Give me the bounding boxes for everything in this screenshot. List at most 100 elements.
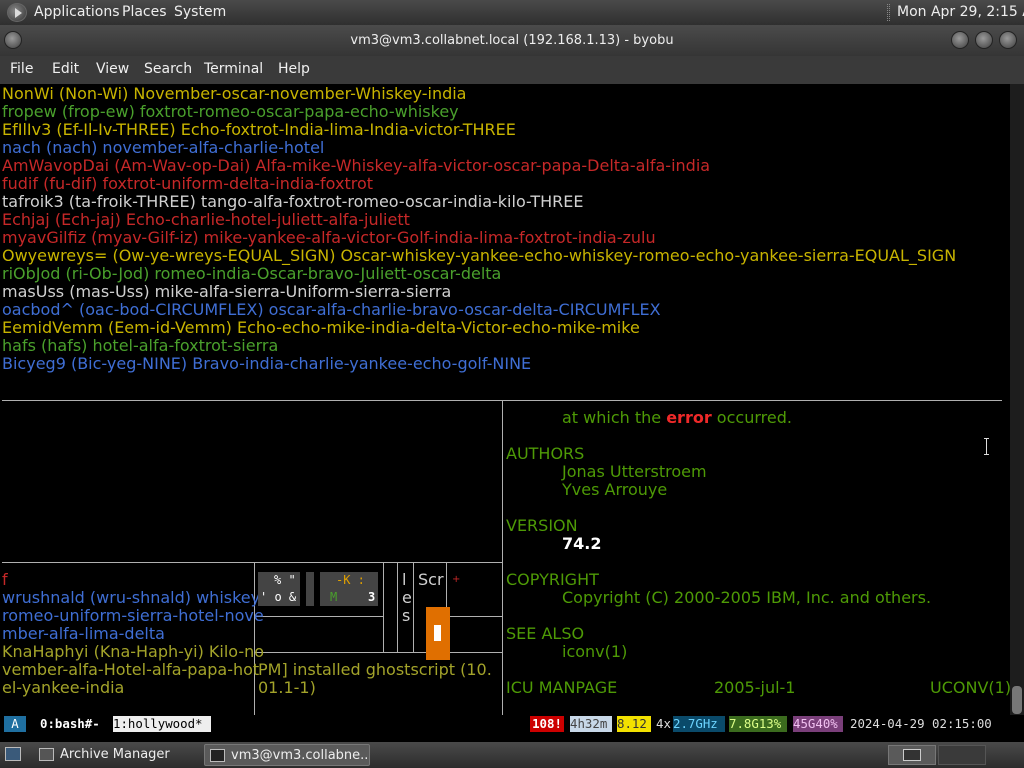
terminal-line: tafroik3 (ta-froik-THREE) tango-alfa-fox… (2, 192, 584, 211)
terminal-line: riObJod (ri-Ob-Jod) romeo-india-Oscar-br… (2, 264, 502, 283)
terminal-line: Echjaj (Ech-jaj) Echo-charlie-hotel-juli… (2, 210, 410, 229)
window-tab-bash[interactable]: 0:bash#- (40, 716, 100, 732)
terminal-line: NonWi (Non-Wi) November-oscar-november-W… (2, 84, 467, 103)
close-icon[interactable] (999, 31, 1017, 49)
pane-divider-mini7 (255, 652, 502, 653)
mini-vertical-s: s (402, 606, 411, 625)
menu-search[interactable]: Search (144, 61, 192, 77)
status-datetime: 2024-04-29 02:15:00 (850, 716, 992, 731)
mini-vertical-e: e (402, 588, 412, 607)
menu-help[interactable]: Help (278, 61, 310, 77)
mini-block-a-bottom: ' o & (260, 590, 297, 604)
menu-terminal[interactable]: Terminal (204, 61, 263, 77)
orange-progress-bar (426, 607, 450, 660)
byobu-status-bar: A 0:bash#- 1:hollywood* 108! 4h32m 8.12 … (0, 715, 1010, 733)
terminal-line: EfIlIv3 (Ef-Il-Iv-THREE) Echo-foxtrot-In… (2, 120, 516, 139)
hollywood-marker: f (2, 570, 8, 589)
terminal-line: fropew (frop-ew) foxtrot-romeo-oscar-pap… (2, 102, 459, 121)
window-titlebar[interactable]: vm3@vm3.collabnet.local (192.168.1.13) -… (0, 25, 1024, 56)
man-version-heading: VERSION (506, 516, 578, 535)
minimize-icon[interactable] (951, 31, 969, 49)
hollywood-line: mber-alfa-lima-delta (2, 624, 165, 643)
bottom-taskbar: Archive Manager vm3@vm3.collabne... (0, 742, 1024, 768)
man-line-error: at which the error occurred. (562, 408, 792, 427)
mini-block-a-top: % " (274, 573, 296, 587)
taskbar-terminal[interactable]: vm3@vm3.collabne... (204, 744, 370, 766)
pane-divider-mini8 (447, 616, 502, 617)
mini-scr: Scr (418, 570, 444, 589)
pane-divider-left (2, 562, 502, 563)
man-author: Jonas Utterstroem (562, 462, 707, 481)
terminal-icon (210, 749, 225, 762)
terminal-line: fudif (fu-dif) foxtrot-uniform-delta-ind… (2, 174, 374, 193)
panel-clock[interactable]: Mon Apr 29, 2:15 AM (897, 4, 1024, 20)
show-desktop-icon[interactable] (5, 747, 21, 761)
man-version: 74.2 (562, 534, 602, 553)
hollywood-line: el-yankee-india (2, 678, 125, 697)
hollywood-line: vember-alfa-Hotel-alfa-papa-hot (2, 660, 260, 679)
memory-badge: 7.8G13% (729, 716, 787, 732)
man-copyright: Copyright (C) 2000-2005 IBM, Inc. and ot… (562, 588, 932, 607)
system-menu[interactable]: System (174, 4, 226, 20)
mini-block-b-m: M (330, 590, 338, 604)
cpu-count: 4x (656, 716, 671, 731)
mini-plus: + (452, 574, 461, 585)
apt-log-line: 01.1-1) (258, 678, 316, 697)
terminal-line: myavGilfiz (myav-Gilf-iz) mike-yankee-al… (2, 228, 656, 247)
man-author: Yves Arrouye (562, 480, 668, 499)
places-menu[interactable]: Places (122, 4, 167, 20)
terminal-scrollbar[interactable] (1010, 84, 1024, 715)
menu-view[interactable]: View (96, 61, 129, 77)
mini-block-b-top: -K : (336, 573, 365, 587)
pane-divider-mini3 (397, 563, 398, 652)
pane-divider-mini6 (255, 616, 383, 617)
mini-block-a: % " ' o & (258, 572, 300, 606)
disk-badge: 45G40% (793, 716, 843, 732)
maximize-icon[interactable] (975, 31, 993, 49)
taskbar-terminal-label: vm3@vm3.collabne... (231, 748, 370, 763)
man-see-also: iconv(1) (562, 642, 628, 661)
man-footer-left: ICU MANPAGE (506, 678, 618, 697)
mini-block-bar (306, 572, 314, 606)
workspace-switcher-1[interactable] (888, 745, 936, 765)
terminal-line: EemidVemm (Eem-id-Vemm) Echo-echo-mike-i… (2, 318, 640, 337)
terminal-menubar: File Edit View Search Terminal Help (0, 56, 1024, 84)
hollywood-line: romeo-uniform-sierra-hotel-nove (2, 606, 264, 625)
updates-badge: 108! (530, 716, 564, 732)
window-title: vm3@vm3.collabnet.local (192.168.1.13) -… (350, 33, 674, 48)
mini-vertical-l: l (402, 570, 407, 589)
mini-block-b: -K : M 3 (320, 572, 378, 606)
terminal-line: Bicyeg9 (Bic-yeg-NINE) Bravo-india-charl… (2, 354, 532, 373)
text-cursor-icon (984, 438, 989, 455)
top-panel: Applications Places System Mon Apr 29, 2… (0, 0, 1024, 25)
pane-divider-mini4 (413, 563, 414, 652)
terminal-scrollbar-thumb[interactable] (1012, 686, 1022, 714)
menu-file[interactable]: File (10, 61, 33, 77)
man-footer-date: 2005-jul-1 (714, 678, 796, 697)
man-copyright-heading: COPYRIGHT (506, 570, 599, 589)
mini-block-b-num: 3 (368, 590, 376, 604)
byobu-logo: A (4, 716, 26, 732)
workspace-switcher-2[interactable] (938, 745, 986, 765)
applications-menu[interactable]: Applications (34, 4, 120, 20)
terminal-line: nach (nach) november-alfa-charlie-hotel (2, 138, 325, 157)
cpu-freq-badge: 2.7GHz (673, 716, 725, 732)
taskbar-archive-manager[interactable]: Archive Manager (34, 744, 198, 766)
man-see-also-heading: SEE ALSO (506, 624, 585, 643)
gnome-foot-icon[interactable] (7, 3, 27, 22)
uptime-badge: 4h32m (570, 716, 612, 732)
archive-manager-icon (39, 748, 54, 761)
pane-divider-vertical (502, 401, 503, 715)
man-authors-heading: AUTHORS (506, 444, 585, 463)
man-footer-right: UCONV(1) (930, 678, 1012, 697)
menu-edit[interactable]: Edit (52, 61, 79, 77)
pane-divider-mini1 (254, 563, 255, 715)
hollywood-line: wrushnald (wru-shnald) whiskey- (2, 588, 266, 607)
terminal-line: oacbod^ (oac-bod-CIRCUMFLEX) oscar-alfa-… (2, 300, 661, 319)
window-tab-hollywood[interactable]: 1:hollywood* (113, 716, 211, 732)
hollywood-line: KnaHaphyi (Kna-Haph-yi) Kilo-no (2, 642, 265, 661)
pane-divider-mini2 (383, 563, 384, 652)
terminal-line: hafs (hafs) hotel-alfa-foxtrot-sierra (2, 336, 279, 355)
terminal-line: Owyewreys= (Ow-ye-wreys-EQUAL_SIGN) Osca… (2, 246, 957, 265)
taskbar-archive-manager-label: Archive Manager (60, 747, 170, 762)
